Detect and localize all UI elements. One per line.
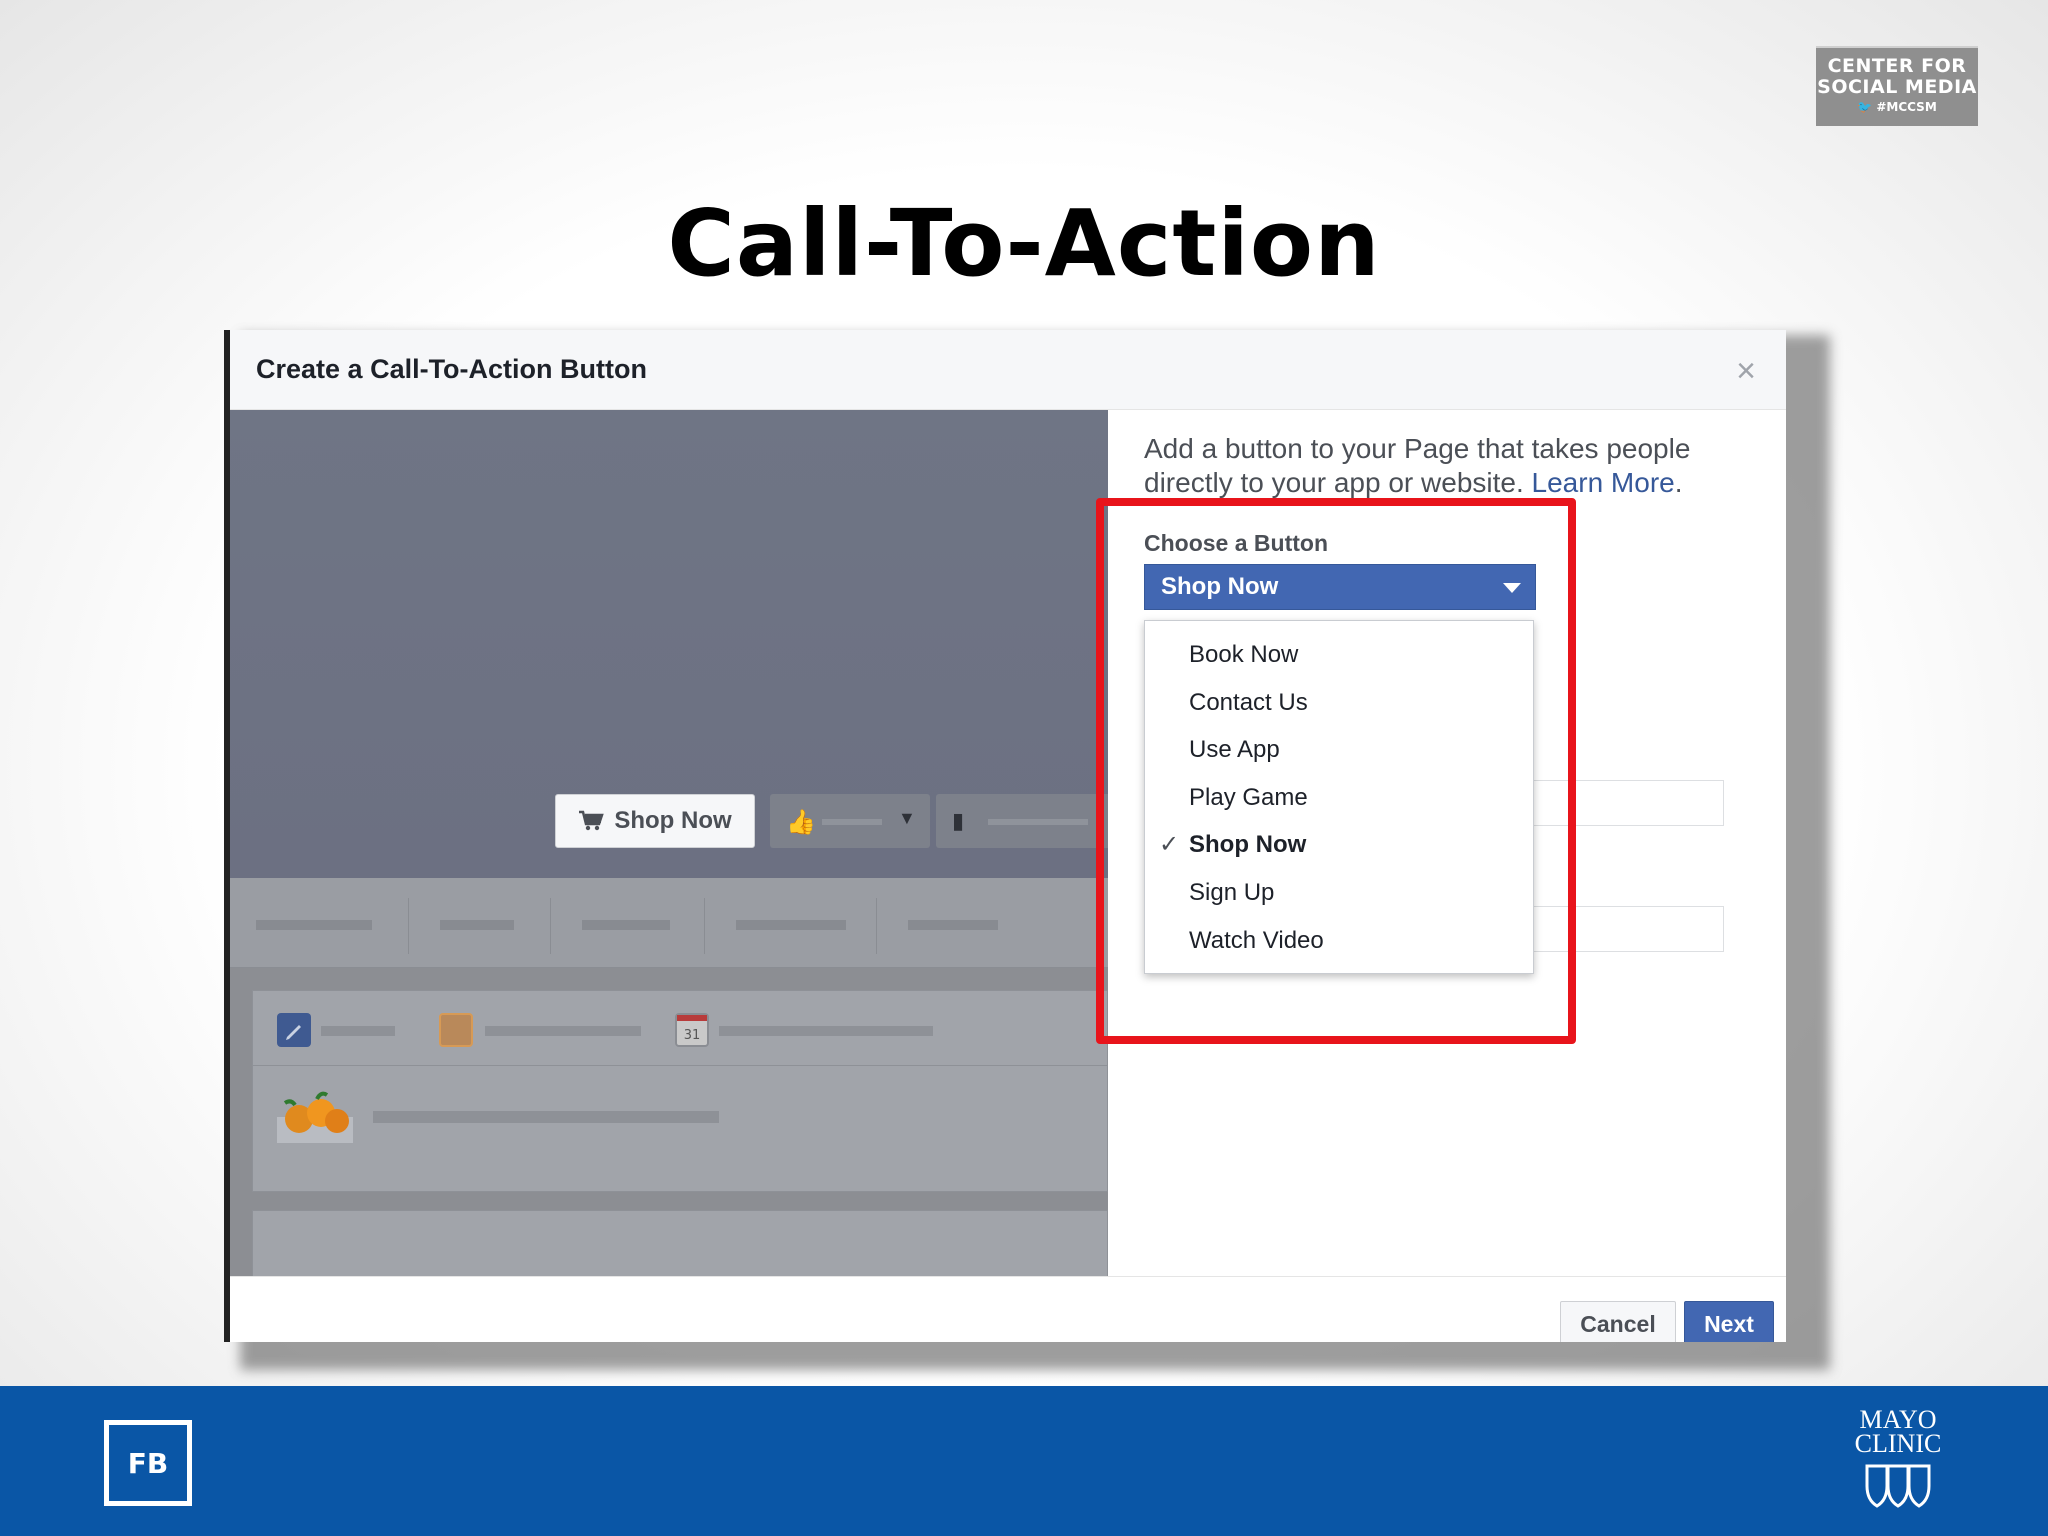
badge-hashtag: 🐦 #MCCSM bbox=[1857, 99, 1937, 114]
preview-cta-label: Shop Now bbox=[614, 807, 732, 834]
next-button[interactable]: Next bbox=[1684, 1301, 1774, 1342]
highlight-annotation-box bbox=[1096, 498, 1576, 1044]
divider bbox=[876, 898, 877, 954]
svg-text:31: 31 bbox=[684, 1028, 701, 1043]
dialog-description: Add a button to your Page that takes peo… bbox=[1144, 432, 1744, 500]
center-for-social-media-badge: CENTER FOR SOCIAL MEDIA 🐦 #MCCSM bbox=[1816, 46, 1978, 126]
placeholder-bar bbox=[988, 819, 1088, 825]
placeholder-bar bbox=[719, 1026, 933, 1036]
placeholder-bar bbox=[485, 1026, 641, 1036]
preview-composer: 31 bbox=[252, 990, 1108, 1192]
preview-like-button: 👍 ▼ bbox=[770, 794, 930, 848]
preview-tabs-bar bbox=[230, 878, 1108, 968]
placeholder-bar bbox=[256, 920, 372, 930]
calendar-icon: 31 bbox=[675, 1013, 709, 1047]
cancel-button[interactable]: Cancel bbox=[1560, 1301, 1676, 1342]
placeholder-bar bbox=[440, 920, 514, 930]
preview-shop-now-button: Shop Now bbox=[555, 794, 755, 848]
placeholder-bar bbox=[582, 920, 670, 930]
footer-banner: FB MAYO CLINIC bbox=[0, 1386, 2048, 1536]
dialog-header: Create a Call-To-Action Button × bbox=[230, 330, 1786, 410]
slide-title: Call-To-Action bbox=[667, 190, 1381, 297]
mayo-clinic-logo: MAYO CLINIC bbox=[1840, 1407, 1956, 1508]
shields-icon bbox=[1865, 1464, 1931, 1508]
dialog-title: Create a Call-To-Action Button bbox=[256, 354, 647, 384]
fb-badge: FB bbox=[104, 1420, 192, 1506]
dialog-footer: Cancel Next bbox=[230, 1276, 1786, 1342]
cart-icon bbox=[579, 810, 605, 831]
divider bbox=[253, 1065, 1107, 1066]
badge-line-1: CENTER FOR bbox=[1827, 55, 1967, 77]
placeholder-bar bbox=[373, 1111, 719, 1123]
oranges-thumbnail bbox=[277, 1091, 353, 1143]
divider bbox=[408, 898, 409, 954]
logo-text-line-2: CLINIC bbox=[1854, 1429, 1942, 1458]
photo-icon bbox=[439, 1013, 473, 1047]
fb-badge-label: FB bbox=[109, 1425, 187, 1501]
caret-down-icon: ▼ bbox=[898, 808, 916, 828]
close-icon[interactable]: × bbox=[1736, 352, 1756, 391]
learn-more-link[interactable]: Learn More bbox=[1532, 467, 1675, 498]
preview-post-card bbox=[252, 1210, 1108, 1276]
pencil-icon bbox=[277, 1013, 311, 1047]
message-icon: ▮ bbox=[952, 808, 965, 833]
description-period: . bbox=[1674, 467, 1683, 498]
placeholder-bar bbox=[908, 920, 998, 930]
placeholder-bar bbox=[736, 920, 846, 930]
page-preview: Shop Now 👍 ▼ ▮ 31 bbox=[230, 410, 1108, 1276]
badge-line-2: SOCIAL MEDIA bbox=[1817, 75, 1977, 98]
thumbs-up-icon: 👍 bbox=[786, 809, 816, 836]
divider bbox=[550, 898, 551, 954]
placeholder-bar bbox=[822, 819, 882, 825]
preview-message-button: ▮ bbox=[936, 794, 1108, 848]
placeholder-bar bbox=[321, 1026, 395, 1036]
divider bbox=[704, 898, 705, 954]
